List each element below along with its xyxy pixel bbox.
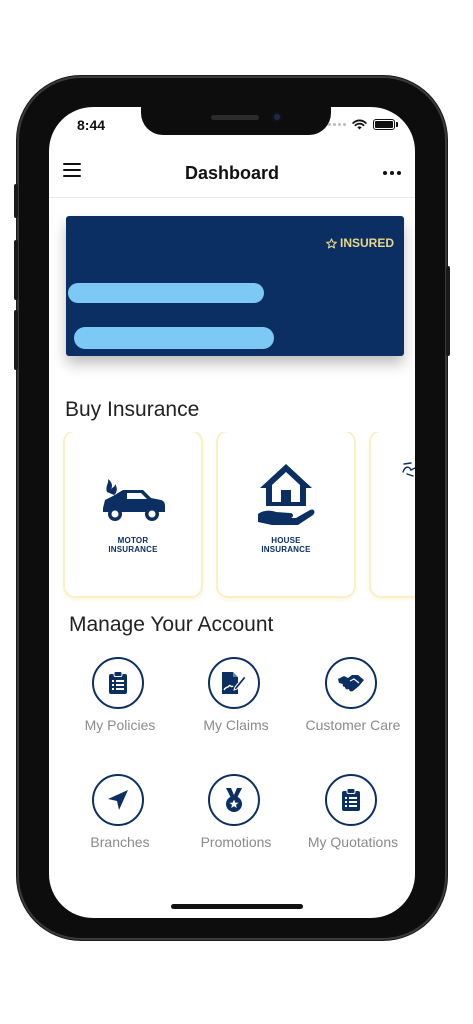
page-title: Dashboard bbox=[184, 163, 280, 183]
battery-icon bbox=[373, 119, 398, 130]
my-claims-circle bbox=[208, 657, 260, 709]
redacted-policy-name bbox=[68, 283, 264, 303]
manage-account-heading: Manage Your Account bbox=[69, 613, 274, 636]
status-time: 8:44 bbox=[77, 117, 106, 133]
house-insurance-label: HOUSE INSURANCE bbox=[218, 536, 354, 554]
motor-insurance-label: MOTOR INSURANCE bbox=[65, 536, 201, 554]
branches-label: Branches bbox=[90, 834, 150, 850]
house-insurance-card[interactable]: HOUSE INSURANCE bbox=[218, 432, 354, 596]
badge-text: INSURED bbox=[339, 236, 394, 250]
customer-care-circle bbox=[325, 657, 377, 709]
volume-down-button bbox=[14, 310, 18, 370]
signal-icon bbox=[328, 123, 346, 126]
redacted-policy-number bbox=[74, 327, 274, 349]
speaker-grille bbox=[211, 115, 259, 120]
my-claims-label: My Claims bbox=[203, 717, 269, 733]
house-hand-icon bbox=[258, 464, 315, 525]
partial-insurance-icon bbox=[402, 462, 415, 477]
branches-button[interactable]: Branches bbox=[62, 774, 178, 854]
my-quotations-label: My Quotations bbox=[307, 834, 399, 850]
promotions-circle bbox=[208, 774, 260, 826]
volume-up-button bbox=[14, 240, 18, 300]
buy-insurance-carousel[interactable]: MOTOR INSURANCE HOUSE INSURANCE bbox=[49, 432, 415, 602]
insured-badge: INSURED bbox=[326, 236, 394, 250]
motor-insurance-card[interactable]: MOTOR INSURANCE bbox=[65, 432, 201, 596]
wifi-icon bbox=[352, 119, 367, 130]
my-policies-button[interactable]: My Policies bbox=[62, 657, 178, 737]
my-quotations-button[interactable]: My Quotations bbox=[295, 774, 411, 854]
promotions-button[interactable]: Promotions bbox=[178, 774, 294, 854]
mute-switch bbox=[14, 184, 18, 218]
file-signature-icon bbox=[222, 672, 247, 694]
my-policies-circle bbox=[92, 657, 144, 709]
star-outline-icon bbox=[326, 237, 337, 248]
location-arrow-icon bbox=[108, 790, 128, 810]
label-line-2: INSURANCE bbox=[261, 545, 311, 554]
status-icons bbox=[328, 119, 398, 130]
branches-circle bbox=[92, 774, 144, 826]
medal-icon bbox=[226, 788, 242, 812]
my-quotations-circle bbox=[325, 774, 377, 826]
promotions-label: Promotions bbox=[200, 834, 272, 850]
notch bbox=[141, 107, 331, 135]
power-button bbox=[446, 266, 450, 356]
app-bar: Dashboard bbox=[49, 151, 415, 198]
car-fire-icon bbox=[103, 479, 165, 521]
clipboard-list-icon bbox=[109, 671, 127, 694]
more-options-icon[interactable] bbox=[383, 171, 401, 175]
customer-care-button[interactable]: Customer Care bbox=[295, 657, 411, 737]
home-indicator[interactable] bbox=[171, 904, 303, 909]
phone-frame: 8:44 Dashboard INSURED Buy Insurance MOT… bbox=[14, 76, 450, 940]
buy-insurance-heading: Buy Insurance bbox=[65, 398, 200, 421]
clipboard-list-icon bbox=[342, 788, 360, 811]
label-line-2: INSURANCE bbox=[108, 545, 158, 554]
customer-care-label: Customer Care bbox=[305, 717, 401, 733]
insurance-card-partial[interactable] bbox=[371, 432, 415, 596]
my-claims-button[interactable]: My Claims bbox=[178, 657, 294, 737]
label-line-1: HOUSE bbox=[271, 536, 301, 545]
handshake-icon bbox=[338, 675, 364, 692]
policy-card[interactable]: INSURED bbox=[66, 216, 404, 356]
screen: 8:44 Dashboard INSURED Buy Insurance MOT… bbox=[49, 107, 415, 918]
label-line-1: MOTOR bbox=[117, 536, 149, 545]
camera-icon bbox=[272, 112, 282, 122]
my-policies-label: My Policies bbox=[84, 717, 156, 733]
